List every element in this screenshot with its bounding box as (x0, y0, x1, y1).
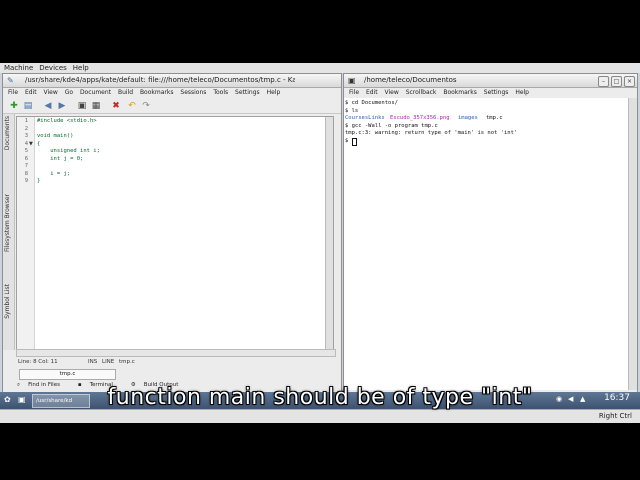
code-line: #include <stdio.h> (37, 118, 97, 124)
konsole-menubar: File Edit View Scrollback Bookmarks Sett… (344, 88, 637, 98)
konsole-menu-view[interactable]: View (380, 88, 399, 98)
side-tab-filesystem-browser[interactable]: Filesystem Browser (4, 194, 13, 252)
terminal-scrollbar[interactable] (628, 98, 637, 390)
konsole-window: ▣ /home/teleco/Documentos – □ × File Edit … (343, 73, 638, 393)
code-line: { (37, 140, 41, 147)
vbox-menu-machine[interactable]: Machine (0, 63, 33, 73)
kate-menu-file[interactable]: File (3, 88, 18, 98)
terminal-line: tmp.c:3: warning: return type of 'main' … (345, 130, 518, 136)
redo-icon[interactable]: ↷ (141, 101, 151, 111)
maximize-icon[interactable]: □ (611, 76, 622, 87)
video-subtitle: function main should be of type "int" (107, 385, 533, 410)
code-line: i = j; (37, 170, 71, 177)
editor-horizontal-scrollbar[interactable] (16, 349, 336, 357)
kate-menu-build[interactable]: Build (113, 88, 133, 98)
terminal-line: $ gcc -Wall -o program tmp.c (345, 122, 438, 129)
konsole-menu-help[interactable]: Help (510, 88, 529, 98)
back-icon[interactable]: ◀ (43, 101, 53, 111)
side-tab-documents[interactable]: Documents (4, 116, 13, 150)
fold-marker-icon[interactable]: ▼ (29, 141, 33, 147)
code-line: unsigned int i; (37, 148, 100, 154)
kate-menu-bookmarks[interactable]: Bookmarks (135, 88, 174, 98)
line-number: 2 (24, 125, 28, 132)
insert-mode[interactable]: INS (88, 357, 97, 367)
ls-entry: tmp.c (486, 115, 503, 121)
terminal-app-icon: ▣ (348, 76, 356, 85)
code-editor[interactable]: 1 2 3 4 ▼ 5 6 7 8 9 #include <stdio.h> v… (16, 116, 334, 350)
line-number: 7 (24, 163, 28, 169)
line-number: 5 (24, 148, 28, 154)
kate-menu-view[interactable]: View (39, 88, 58, 98)
minimize-icon[interactable]: – (598, 76, 609, 87)
line-number: 8 (24, 170, 28, 177)
kate-menu-sessions[interactable]: Sessions (175, 88, 206, 98)
kate-menu-settings[interactable]: Settings (230, 88, 260, 98)
terminal-line: $ cd Documentos/ (345, 100, 398, 106)
close-icon[interactable]: × (624, 76, 635, 87)
line-number: 3 (24, 133, 28, 139)
terminal-prompt: $ (345, 137, 352, 144)
new-file-icon[interactable]: ✚ (9, 101, 19, 111)
line-number: 4 (24, 140, 28, 147)
close-document-icon[interactable]: ✖ (111, 101, 121, 111)
cursor-position: Line: 8 Col: 11 (18, 359, 58, 365)
line-number: 9 (24, 178, 28, 184)
document-tab[interactable]: tmp.c (19, 369, 116, 380)
open-file-icon[interactable]: ▤ (23, 101, 33, 111)
kate-menu-document[interactable]: Document (75, 88, 111, 98)
save-as-icon[interactable]: ▦ (91, 101, 101, 111)
code-line: } (37, 178, 41, 184)
kate-menu-help[interactable]: Help (262, 88, 281, 98)
kate-toolbar: ✚ ▤ ◀ ▶ ▣ ▦ ✖ ↶ ↷ (3, 99, 341, 114)
line-number-gutter: 1 2 3 4 ▼ 5 6 7 8 9 (17, 117, 35, 349)
konsole-menu-settings[interactable]: Settings (479, 88, 509, 98)
save-icon[interactable]: ▣ (77, 101, 87, 111)
ls-entry: Escudo_357x356.png (390, 115, 450, 121)
ls-entry: CoursesLinks (345, 115, 385, 121)
kate-menu-tools[interactable]: Tools (208, 88, 228, 98)
terminal-area[interactable]: $ cd Documentos/ $ ls CoursesLinks Escud… (344, 98, 628, 390)
side-tab-symbol-list[interactable]: Symbol List (4, 284, 13, 319)
terminal-cursor (352, 138, 357, 146)
vbox-menu-devices[interactable]: Devices (35, 63, 67, 73)
code-line: int j = 0; (37, 155, 84, 162)
konsole-window-title: /home/teleco/Documentos (364, 76, 457, 84)
ls-entry: images (458, 115, 478, 121)
kate-titlebar[interactable]: ✎ /usr/share/kde4/apps/kate/default: fil… (3, 74, 341, 88)
line-number: 6 (24, 155, 28, 162)
editor-vertical-scrollbar[interactable] (325, 117, 333, 349)
kate-side-tabs: Documents Filesystem Browser Symbol List (3, 114, 15, 350)
konsole-titlebar[interactable]: ▣ /home/teleco/Documentos – □ × (344, 74, 637, 88)
code-line: void main() (37, 133, 74, 139)
host-key-label: Right Ctrl (598, 412, 632, 420)
undo-icon[interactable]: ↶ (127, 101, 137, 111)
kate-window: ✎ /usr/share/kde4/apps/kate/default: fil… (2, 73, 342, 393)
vbox-menu-help[interactable]: Help (69, 63, 89, 73)
kate-window-title: /usr/share/kde4/apps/kate/default: file:… (25, 76, 295, 84)
kate-menubar: File Edit View Go Document Build Bookmar… (3, 88, 341, 98)
konsole-menu-edit[interactable]: Edit (361, 88, 378, 98)
terminal-line: $ ls (345, 107, 359, 114)
kate-statusbar: Line: 8 Col: 11 INS LINE tmp.c (16, 357, 334, 367)
forward-icon[interactable]: ▶ (57, 101, 67, 111)
status-filename: tmp.c (119, 359, 135, 365)
selection-mode[interactable]: LINE (102, 357, 114, 367)
konsole-menu-bookmarks[interactable]: Bookmarks (438, 88, 477, 98)
kate-app-icon: ✎ (7, 76, 14, 85)
vbox-statusbar: Right Ctrl (0, 409, 640, 423)
kate-menu-edit[interactable]: Edit (20, 88, 37, 98)
line-number: 1 (24, 118, 28, 124)
konsole-menu-file[interactable]: File (344, 88, 359, 98)
kate-menu-go[interactable]: Go (60, 88, 73, 98)
konsole-menu-scrollback[interactable]: Scrollback (401, 88, 437, 98)
